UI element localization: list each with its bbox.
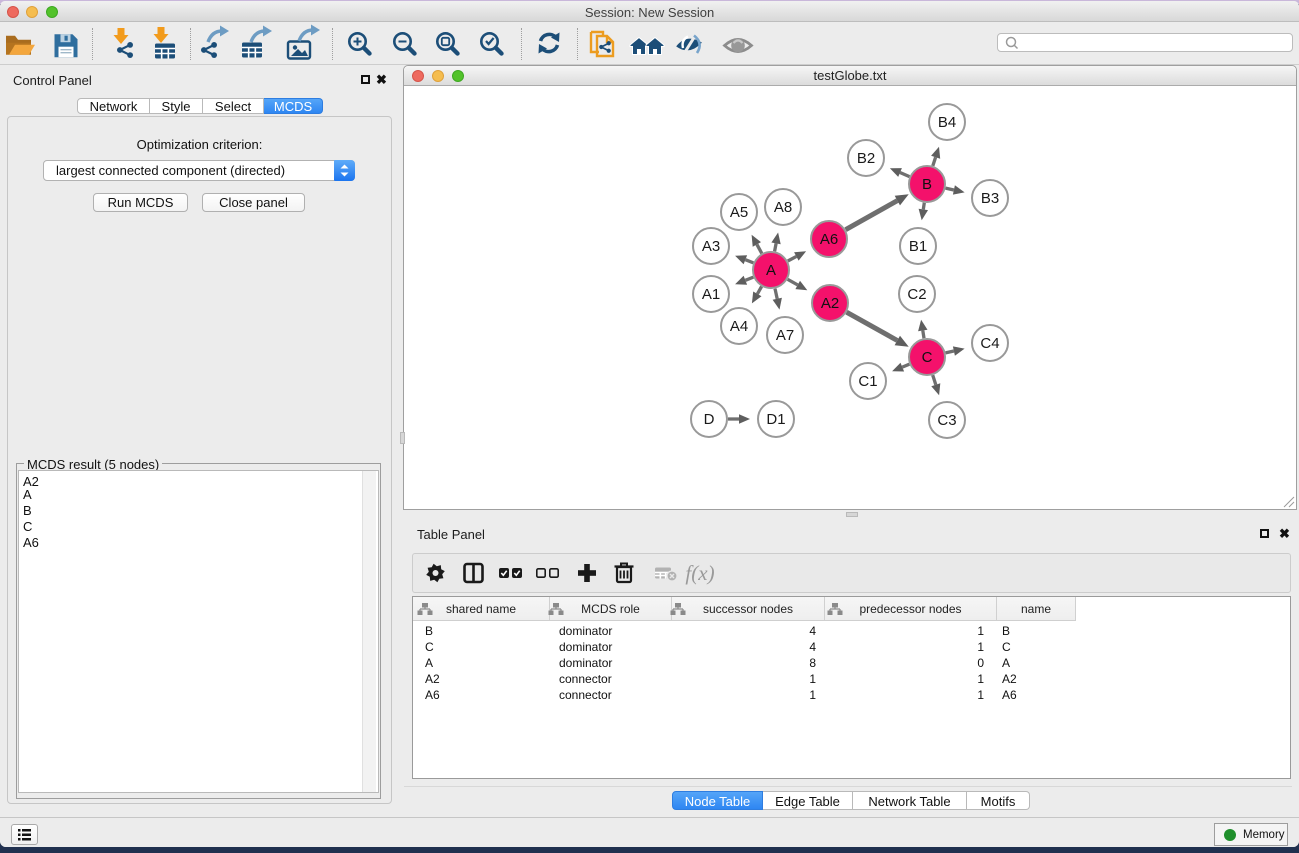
svg-text:A: A xyxy=(766,262,776,279)
svg-text:A8: A8 xyxy=(774,199,792,216)
svg-text:B: B xyxy=(922,176,932,193)
svg-text:B3: B3 xyxy=(981,190,999,207)
svg-text:A4: A4 xyxy=(730,318,748,335)
svg-text:A3: A3 xyxy=(702,238,720,255)
svg-text:f(x): f(x) xyxy=(685,561,714,585)
svg-text:B2: B2 xyxy=(857,150,875,167)
svg-text:C3: C3 xyxy=(937,412,956,429)
svg-text:B1: B1 xyxy=(909,238,927,255)
svg-text:C: C xyxy=(922,349,933,366)
svg-text:A1: A1 xyxy=(702,286,720,303)
svg-text:C2: C2 xyxy=(907,286,926,303)
svg-text:A2: A2 xyxy=(821,295,839,312)
svg-text:A5: A5 xyxy=(730,204,748,221)
svg-text:D: D xyxy=(704,411,715,428)
svg-text:B4: B4 xyxy=(938,114,956,131)
svg-text:A7: A7 xyxy=(776,327,794,344)
svg-text:C1: C1 xyxy=(858,373,877,390)
svg-text:A6: A6 xyxy=(820,231,838,248)
svg-text:D1: D1 xyxy=(766,411,785,428)
svg-text:C4: C4 xyxy=(980,335,999,352)
